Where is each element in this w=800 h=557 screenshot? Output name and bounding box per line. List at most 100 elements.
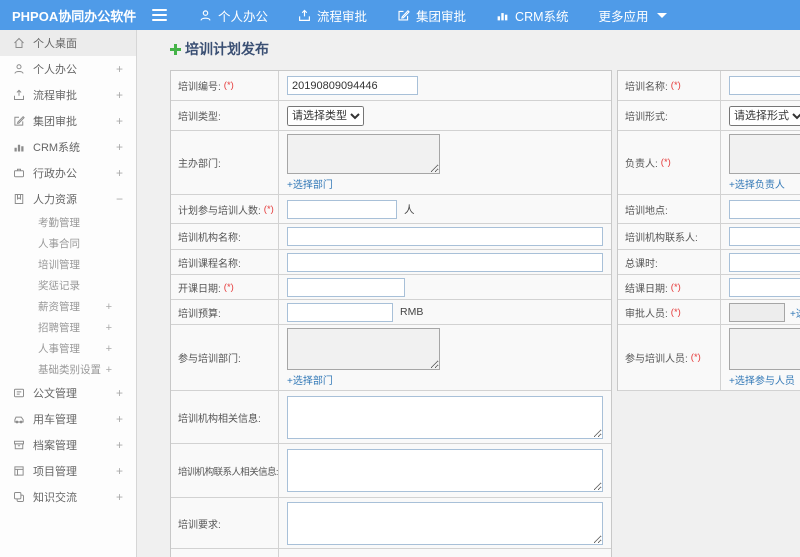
select-dept-link[interactable]: +选择部门 bbox=[287, 176, 333, 191]
row-start-date: 开课日期: (*) bbox=[171, 275, 611, 300]
row-participants-count: 计划参与培训人数: (*) 人 bbox=[171, 195, 611, 224]
required-mark: (*) bbox=[670, 281, 681, 293]
sidebar-subitem-attendance-mgmt[interactable]: 考勤管理 bbox=[0, 212, 136, 233]
caret-down-icon bbox=[656, 12, 667, 18]
sidebar-subitem-recruit-mgmt[interactable]: 招聘管理 + bbox=[0, 317, 136, 338]
upload-icon bbox=[13, 89, 25, 101]
bar-chart-icon bbox=[13, 141, 25, 153]
training-form-select[interactable]: 请选择形式 bbox=[729, 105, 800, 126]
sidebar-subitem-training-mgmt[interactable]: 培训管理 bbox=[0, 254, 136, 275]
nav-crm-system[interactable]: CRM系统 bbox=[496, 6, 569, 25]
briefcase-icon bbox=[13, 167, 25, 179]
nav-workflow-approval[interactable]: 流程审批 bbox=[298, 6, 367, 25]
form-table-left: 培训编号:(*) 培训类型: 请选择类型 主办部门: +选择部门 计划参与培训人… bbox=[170, 70, 612, 557]
select-dept-link[interactable]: +选择部门 bbox=[287, 372, 333, 387]
select-leader-link[interactable]: +选择负责人 bbox=[729, 176, 785, 191]
nav-personal-office[interactable]: 个人办公 bbox=[199, 6, 268, 25]
car-icon bbox=[13, 413, 25, 425]
sidebar-item-document-mgmt[interactable]: 公文管理 + bbox=[0, 380, 136, 406]
required-mark: (*) bbox=[263, 203, 274, 215]
training-no-input[interactable] bbox=[287, 76, 418, 95]
row-org-info: 培训机构相关信息: bbox=[171, 391, 611, 444]
row-training-form: 培训形式: 请选择形式 bbox=[618, 101, 800, 131]
row-location: 培训地点: bbox=[618, 195, 800, 224]
budget-input[interactable] bbox=[287, 302, 393, 322]
nav-label: 更多应用 bbox=[598, 9, 649, 24]
org-contact-input[interactable] bbox=[729, 227, 800, 246]
user-icon bbox=[13, 63, 25, 75]
org-info-textarea[interactable] bbox=[287, 395, 603, 439]
host-dept-textarea[interactable] bbox=[287, 134, 440, 174]
edit-icon bbox=[397, 9, 410, 22]
row-training-require: 培训要求: bbox=[171, 498, 611, 549]
participants-count-input[interactable] bbox=[287, 199, 397, 219]
nav-label: 流程审批 bbox=[317, 9, 368, 24]
document-icon bbox=[13, 387, 25, 399]
edit-icon bbox=[13, 115, 25, 127]
sidebar-subitem-base-category[interactable]: 基础类别设置 + bbox=[0, 359, 136, 380]
training-require-textarea[interactable] bbox=[287, 501, 603, 545]
approver-box[interactable] bbox=[729, 302, 785, 322]
row-org-contact-info: 培训机构联系人相关信息: bbox=[171, 444, 611, 498]
sidebar-item-project-mgmt[interactable]: 项目管理 + bbox=[0, 458, 136, 484]
unit-label: 人 bbox=[404, 203, 415, 216]
sidebar-item-archive-mgmt[interactable]: 档案管理 + bbox=[0, 432, 136, 458]
sidebar-item-knowledge-exchange[interactable]: 知识交流 + bbox=[0, 484, 136, 510]
location-input[interactable] bbox=[729, 199, 800, 219]
trainee-textarea[interactable] bbox=[729, 328, 800, 370]
nav-label: 个人办公 bbox=[218, 9, 269, 24]
course-name-input[interactable] bbox=[287, 252, 603, 272]
required-mark: (*) bbox=[223, 281, 234, 293]
sidebar-item-personal-desktop[interactable]: 个人桌面 bbox=[0, 30, 136, 56]
nav-label: CRM系统 bbox=[515, 9, 569, 24]
sidebar-item-vehicle-mgmt[interactable]: 用车管理 + bbox=[0, 406, 136, 432]
bar-chart-icon bbox=[496, 9, 509, 22]
sidebar-item-workflow-approval[interactable]: 流程审批 + bbox=[0, 82, 136, 108]
nav-more-apps[interactable]: 更多应用 bbox=[599, 6, 667, 25]
end-date-input[interactable] bbox=[729, 277, 800, 297]
nav-label: 集团审批 bbox=[416, 9, 467, 24]
row-attachment: 附件文档: +附件上传 bbox=[171, 549, 611, 557]
sidebar-subitem-personnel-mgmt[interactable]: 人事管理 + bbox=[0, 338, 136, 359]
top-header: PHPOA协同办公软件 个人办公 流程审批 集团审批 CRM系统 更多应用 bbox=[0, 0, 800, 30]
row-training-name: 培训名称: (*) bbox=[618, 71, 800, 101]
row-total-hours: 总课时: bbox=[618, 250, 800, 275]
training-name-input[interactable] bbox=[729, 76, 800, 95]
sidebar-subitem-salary-mgmt[interactable]: 薪资管理 + bbox=[0, 296, 136, 317]
sidebar-item-group-approval[interactable]: 集团审批 + bbox=[0, 108, 136, 134]
row-join-dept: 参与培训部门: +选择部门 bbox=[171, 325, 611, 391]
row-approver: 审批人员:(*) +选择审批人员 bbox=[618, 300, 800, 325]
sidebar-subitem-reward-punish[interactable]: 奖惩记录 bbox=[0, 275, 136, 296]
clipboard-icon bbox=[13, 465, 25, 477]
sidebar-item-crm-system[interactable]: CRM系统 + bbox=[0, 134, 136, 160]
user-icon bbox=[199, 9, 212, 22]
org-contact-info-textarea[interactable] bbox=[287, 449, 603, 492]
plus-icon bbox=[170, 43, 181, 55]
hamburger-menu-icon[interactable] bbox=[137, 9, 181, 21]
training-type-select[interactable]: 请选择类型 bbox=[287, 105, 364, 126]
nav-group-approval[interactable]: 集团审批 bbox=[397, 6, 466, 25]
sidebar-item-human-resources[interactable]: 人力资源 − bbox=[0, 186, 136, 212]
upload-icon bbox=[298, 9, 311, 22]
row-course-name: 培训课程名称: bbox=[171, 250, 611, 275]
leader-textarea[interactable] bbox=[729, 134, 800, 174]
currency-label: RMB bbox=[400, 306, 424, 318]
total-hours-input[interactable] bbox=[729, 252, 800, 272]
sidebar-item-personal-office[interactable]: 个人办公 + bbox=[0, 56, 136, 82]
page-title: 培训计划发布 bbox=[170, 39, 800, 59]
archive-icon bbox=[13, 439, 25, 451]
form-table-right: 培训名称: (*) 培训形式: 请选择形式 负责人: (*) +选择负责人 培训地点… bbox=[617, 70, 800, 391]
select-approver-link[interactable]: +选择审批人员 bbox=[790, 305, 800, 320]
required-mark: (*) bbox=[223, 80, 234, 91]
start-date-input[interactable] bbox=[287, 277, 405, 297]
select-trainee-link[interactable]: +选择参与人员 bbox=[729, 372, 795, 387]
training-plan-form: 培训编号:(*) 培训类型: 请选择类型 主办部门: +选择部门 计划参与培训人… bbox=[170, 70, 800, 557]
book-icon bbox=[13, 193, 25, 205]
sidebar-item-admin-office[interactable]: 行政办公 + bbox=[0, 160, 136, 186]
join-dept-textarea[interactable] bbox=[287, 328, 440, 370]
top-nav: 个人办公 流程审批 集团审批 CRM系统 更多应用 bbox=[199, 6, 667, 25]
sidebar-subitem-hr-contract[interactable]: 人事合同 bbox=[0, 233, 136, 254]
org-name-input[interactable] bbox=[287, 227, 603, 246]
main-content: 培训计划发布 培训编号:(*) 培训类型: 请选择类型 主办部门: +选择部门 bbox=[138, 30, 800, 557]
row-host-dept: 主办部门: +选择部门 bbox=[171, 131, 611, 195]
